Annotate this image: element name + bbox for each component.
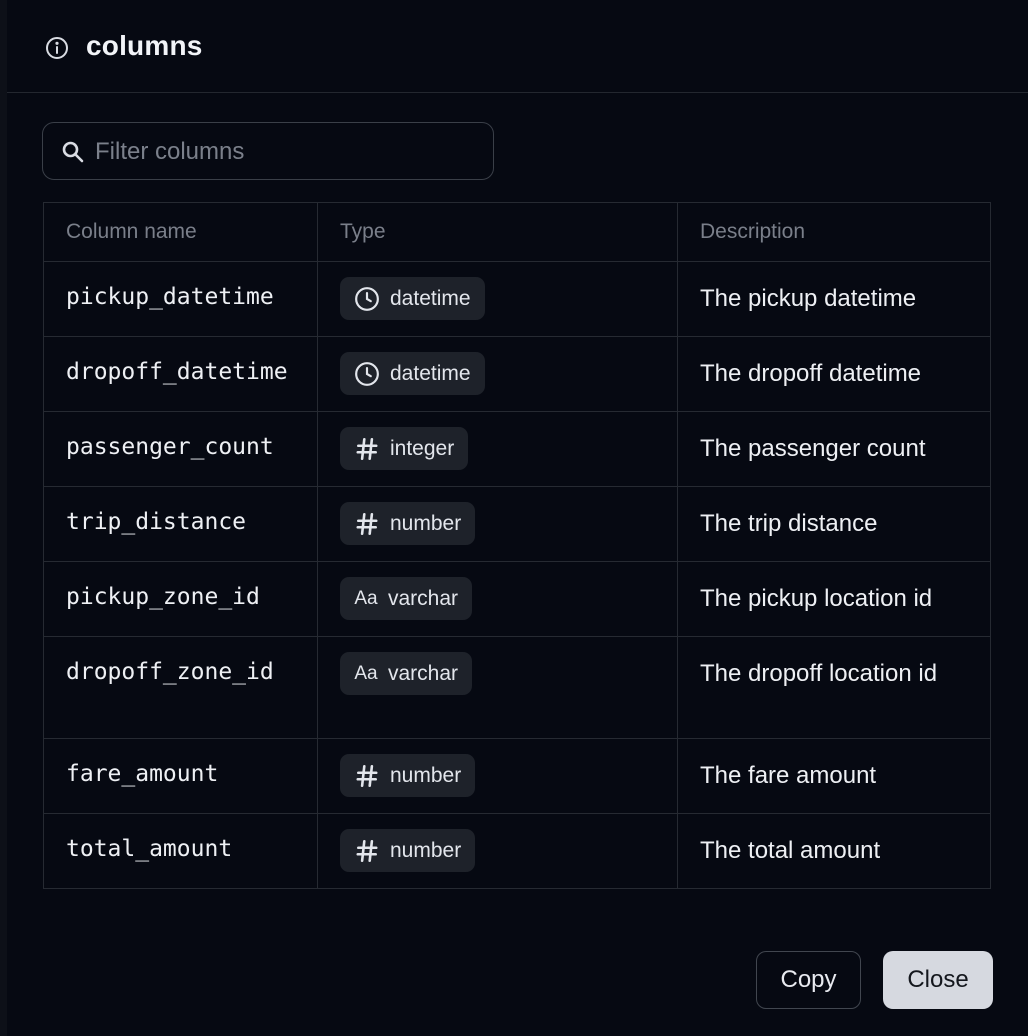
type-badge: number <box>340 754 476 797</box>
hash-icon <box>356 764 378 787</box>
filter-columns-search[interactable] <box>42 122 494 180</box>
copy-button[interactable]: Copy <box>756 951 861 1009</box>
columns-table: Column name Type Description pickup_date… <box>43 202 991 889</box>
close-button[interactable]: Close <box>883 951 993 1009</box>
type-label: integer <box>390 436 455 460</box>
table-row: fare_amount number The fare amount <box>43 738 991 814</box>
table-row: trip_distance number The trip distance <box>43 486 991 562</box>
type-label: number <box>390 763 462 787</box>
hash-icon <box>356 512 378 535</box>
column-header-description: Description <box>677 202 991 262</box>
column-name-cell: total_amount <box>43 813 318 889</box>
column-description-cell: The pickup location id <box>677 561 991 637</box>
hash-icon <box>356 437 378 460</box>
column-header-name: Column name <box>43 202 318 262</box>
dialog-header: columns <box>7 0 1028 93</box>
filter-columns-input[interactable] <box>93 133 477 171</box>
column-name-cell: dropoff_zone_id <box>43 636 318 739</box>
column-header-type: Type <box>317 202 678 262</box>
column-name-cell: dropoff_datetime <box>43 336 318 412</box>
column-type-cell: Aa varchar <box>317 636 678 739</box>
table-row: dropoff_datetime datetime The dropoff da… <box>43 336 991 412</box>
column-name-cell: passenger_count <box>43 411 318 487</box>
background-page-edge <box>0 0 7 1036</box>
type-label: number <box>390 511 462 535</box>
column-name-cell: trip_distance <box>43 486 318 562</box>
clock-icon <box>355 286 379 311</box>
column-type-cell: number <box>317 486 678 562</box>
column-type-cell: datetime <box>317 261 678 337</box>
table-row: pickup_datetime datetime The pickup date… <box>43 261 991 337</box>
column-description-cell: The fare amount <box>677 738 991 814</box>
dialog-title: columns <box>86 30 203 61</box>
column-type-cell: integer <box>317 411 678 487</box>
column-description-cell: The trip distance <box>677 486 991 562</box>
table-row: pickup_zone_id Aa varchar The pickup loc… <box>43 561 991 637</box>
text-aa-icon: Aa <box>354 587 378 609</box>
table-row: passenger_count integer The passenger co… <box>43 411 991 487</box>
column-type-cell: datetime <box>317 336 678 412</box>
column-type-cell: Aa varchar <box>317 561 678 637</box>
clock-icon <box>355 361 379 386</box>
type-label: datetime <box>390 286 471 310</box>
type-label: datetime <box>390 361 471 385</box>
column-type-cell: number <box>317 813 678 889</box>
column-description-cell: The dropoff datetime <box>677 336 991 412</box>
info-circle-icon <box>46 37 68 59</box>
column-description-cell: The passenger count <box>677 411 991 487</box>
type-label: varchar <box>388 661 459 685</box>
type-badge: datetime <box>340 352 485 395</box>
text-aa-icon: Aa <box>354 662 378 684</box>
hash-icon <box>356 839 378 862</box>
type-badge: Aa varchar <box>340 577 473 620</box>
type-badge: number <box>340 502 476 545</box>
column-type-cell: number <box>317 738 678 814</box>
type-badge: number <box>340 829 476 872</box>
column-description-cell: The total amount <box>677 813 991 889</box>
type-badge: datetime <box>340 277 485 320</box>
type-label: number <box>390 838 462 862</box>
table-row: total_amount number The total amount <box>43 813 991 889</box>
column-description-cell: The dropoff location id <box>677 636 991 739</box>
search-icon <box>62 141 84 163</box>
column-name-cell: pickup_zone_id <box>43 561 318 637</box>
type-label: varchar <box>388 586 459 610</box>
column-description-cell: The pickup datetime <box>677 261 991 337</box>
columns-dialog: columns Column name Type Description pic… <box>7 0 1028 1036</box>
column-name-cell: pickup_datetime <box>43 261 318 337</box>
column-name-cell: fare_amount <box>43 738 318 814</box>
table-header-row: Column name Type Description <box>43 202 991 262</box>
type-badge: Aa varchar <box>340 652 473 695</box>
type-badge: integer <box>340 427 469 470</box>
table-row: dropoff_zone_id Aa varchar The dropoff l… <box>43 636 991 739</box>
